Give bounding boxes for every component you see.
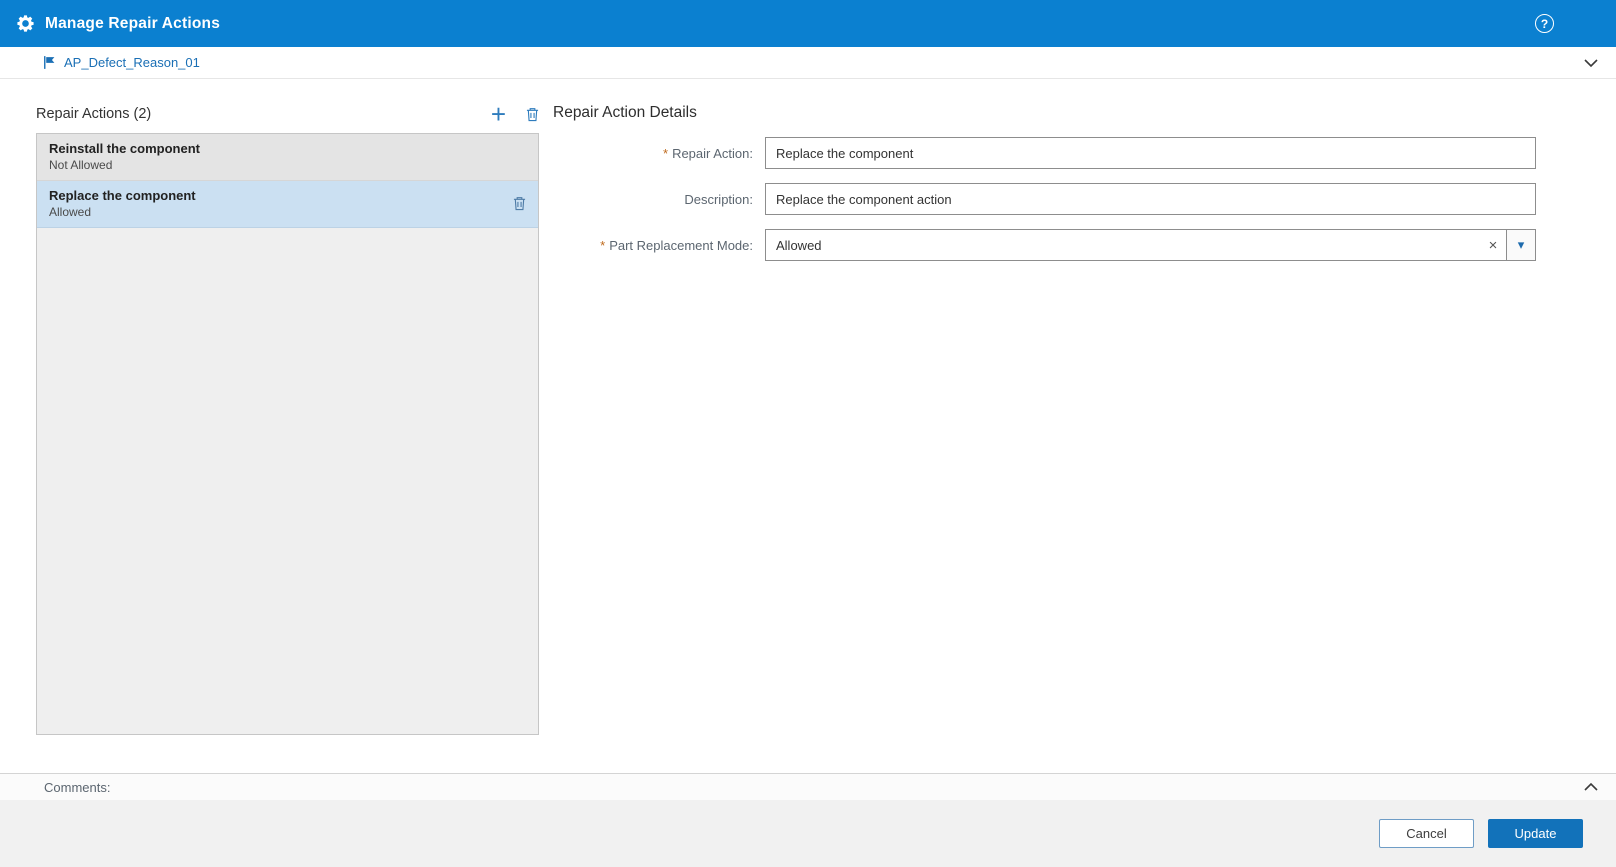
repair-actions-list: Reinstall the component Not Allowed Repl… bbox=[36, 133, 539, 735]
list-item-reinstall[interactable]: Reinstall the component Not Allowed bbox=[37, 134, 538, 181]
list-item-replace-selected[interactable]: Replace the component Allowed bbox=[37, 181, 538, 228]
flag-icon bbox=[42, 55, 57, 70]
part-replacement-mode-combobox: × ▾ bbox=[765, 229, 1536, 261]
form-row-repair-action: *Repair Action: bbox=[553, 137, 1536, 169]
part-replacement-mode-input[interactable] bbox=[766, 230, 1480, 260]
required-marker: * bbox=[663, 146, 668, 161]
details-form: *Repair Action: Description: *Part Repla… bbox=[553, 137, 1536, 275]
repair-actions-panel: Repair Actions (2) + Reinstall the compo… bbox=[36, 103, 539, 735]
titlebar: Manage Repair Actions ? bbox=[0, 0, 1616, 47]
repair-action-input[interactable] bbox=[765, 137, 1536, 169]
form-row-part-replacement-mode: *Part Replacement Mode: × ▾ bbox=[553, 229, 1536, 261]
clear-icon[interactable]: × bbox=[1480, 230, 1506, 260]
chevron-down-icon[interactable] bbox=[1583, 58, 1599, 68]
details-title: Repair Action Details bbox=[553, 104, 697, 122]
footer: Cancel Update bbox=[0, 800, 1616, 867]
list-header: Repair Actions (2) + bbox=[36, 103, 539, 125]
item-subtitle: Not Allowed bbox=[49, 158, 200, 172]
context-object-name[interactable]: AP_Defect_Reason_01 bbox=[64, 55, 200, 70]
update-button[interactable]: Update bbox=[1488, 819, 1583, 848]
dropdown-arrow-icon[interactable]: ▾ bbox=[1506, 230, 1535, 260]
delete-repair-action-button[interactable] bbox=[526, 107, 539, 122]
window-title: Manage Repair Actions bbox=[45, 15, 220, 33]
comments-section: Comments: bbox=[0, 773, 1616, 800]
required-marker: * bbox=[600, 238, 605, 253]
item-title: Reinstall the component bbox=[49, 141, 200, 156]
manage-gear-icon bbox=[16, 14, 35, 33]
list-item-text: Replace the component Allowed bbox=[49, 188, 196, 219]
description-label: Description: bbox=[553, 192, 765, 207]
context-row: AP_Defect_Reason_01 bbox=[0, 47, 1616, 79]
add-repair-action-button[interactable]: + bbox=[489, 105, 508, 123]
item-title: Replace the component bbox=[49, 188, 196, 203]
list-item-text: Reinstall the component Not Allowed bbox=[49, 141, 200, 172]
form-row-description: Description: bbox=[553, 183, 1536, 215]
main-content: Repair Actions (2) + Reinstall the compo… bbox=[0, 79, 1616, 773]
comments-label: Comments: bbox=[44, 780, 110, 795]
list-title: Repair Actions (2) bbox=[36, 106, 151, 122]
repair-action-label: *Repair Action: bbox=[553, 146, 765, 161]
cancel-button[interactable]: Cancel bbox=[1379, 819, 1474, 848]
part-replacement-mode-label: *Part Replacement Mode: bbox=[553, 238, 765, 253]
chevron-up-icon[interactable] bbox=[1583, 782, 1599, 792]
item-subtitle: Allowed bbox=[49, 205, 196, 219]
help-icon[interactable]: ? bbox=[1535, 14, 1554, 33]
delete-item-icon[interactable] bbox=[513, 196, 526, 211]
description-input[interactable] bbox=[765, 183, 1536, 215]
